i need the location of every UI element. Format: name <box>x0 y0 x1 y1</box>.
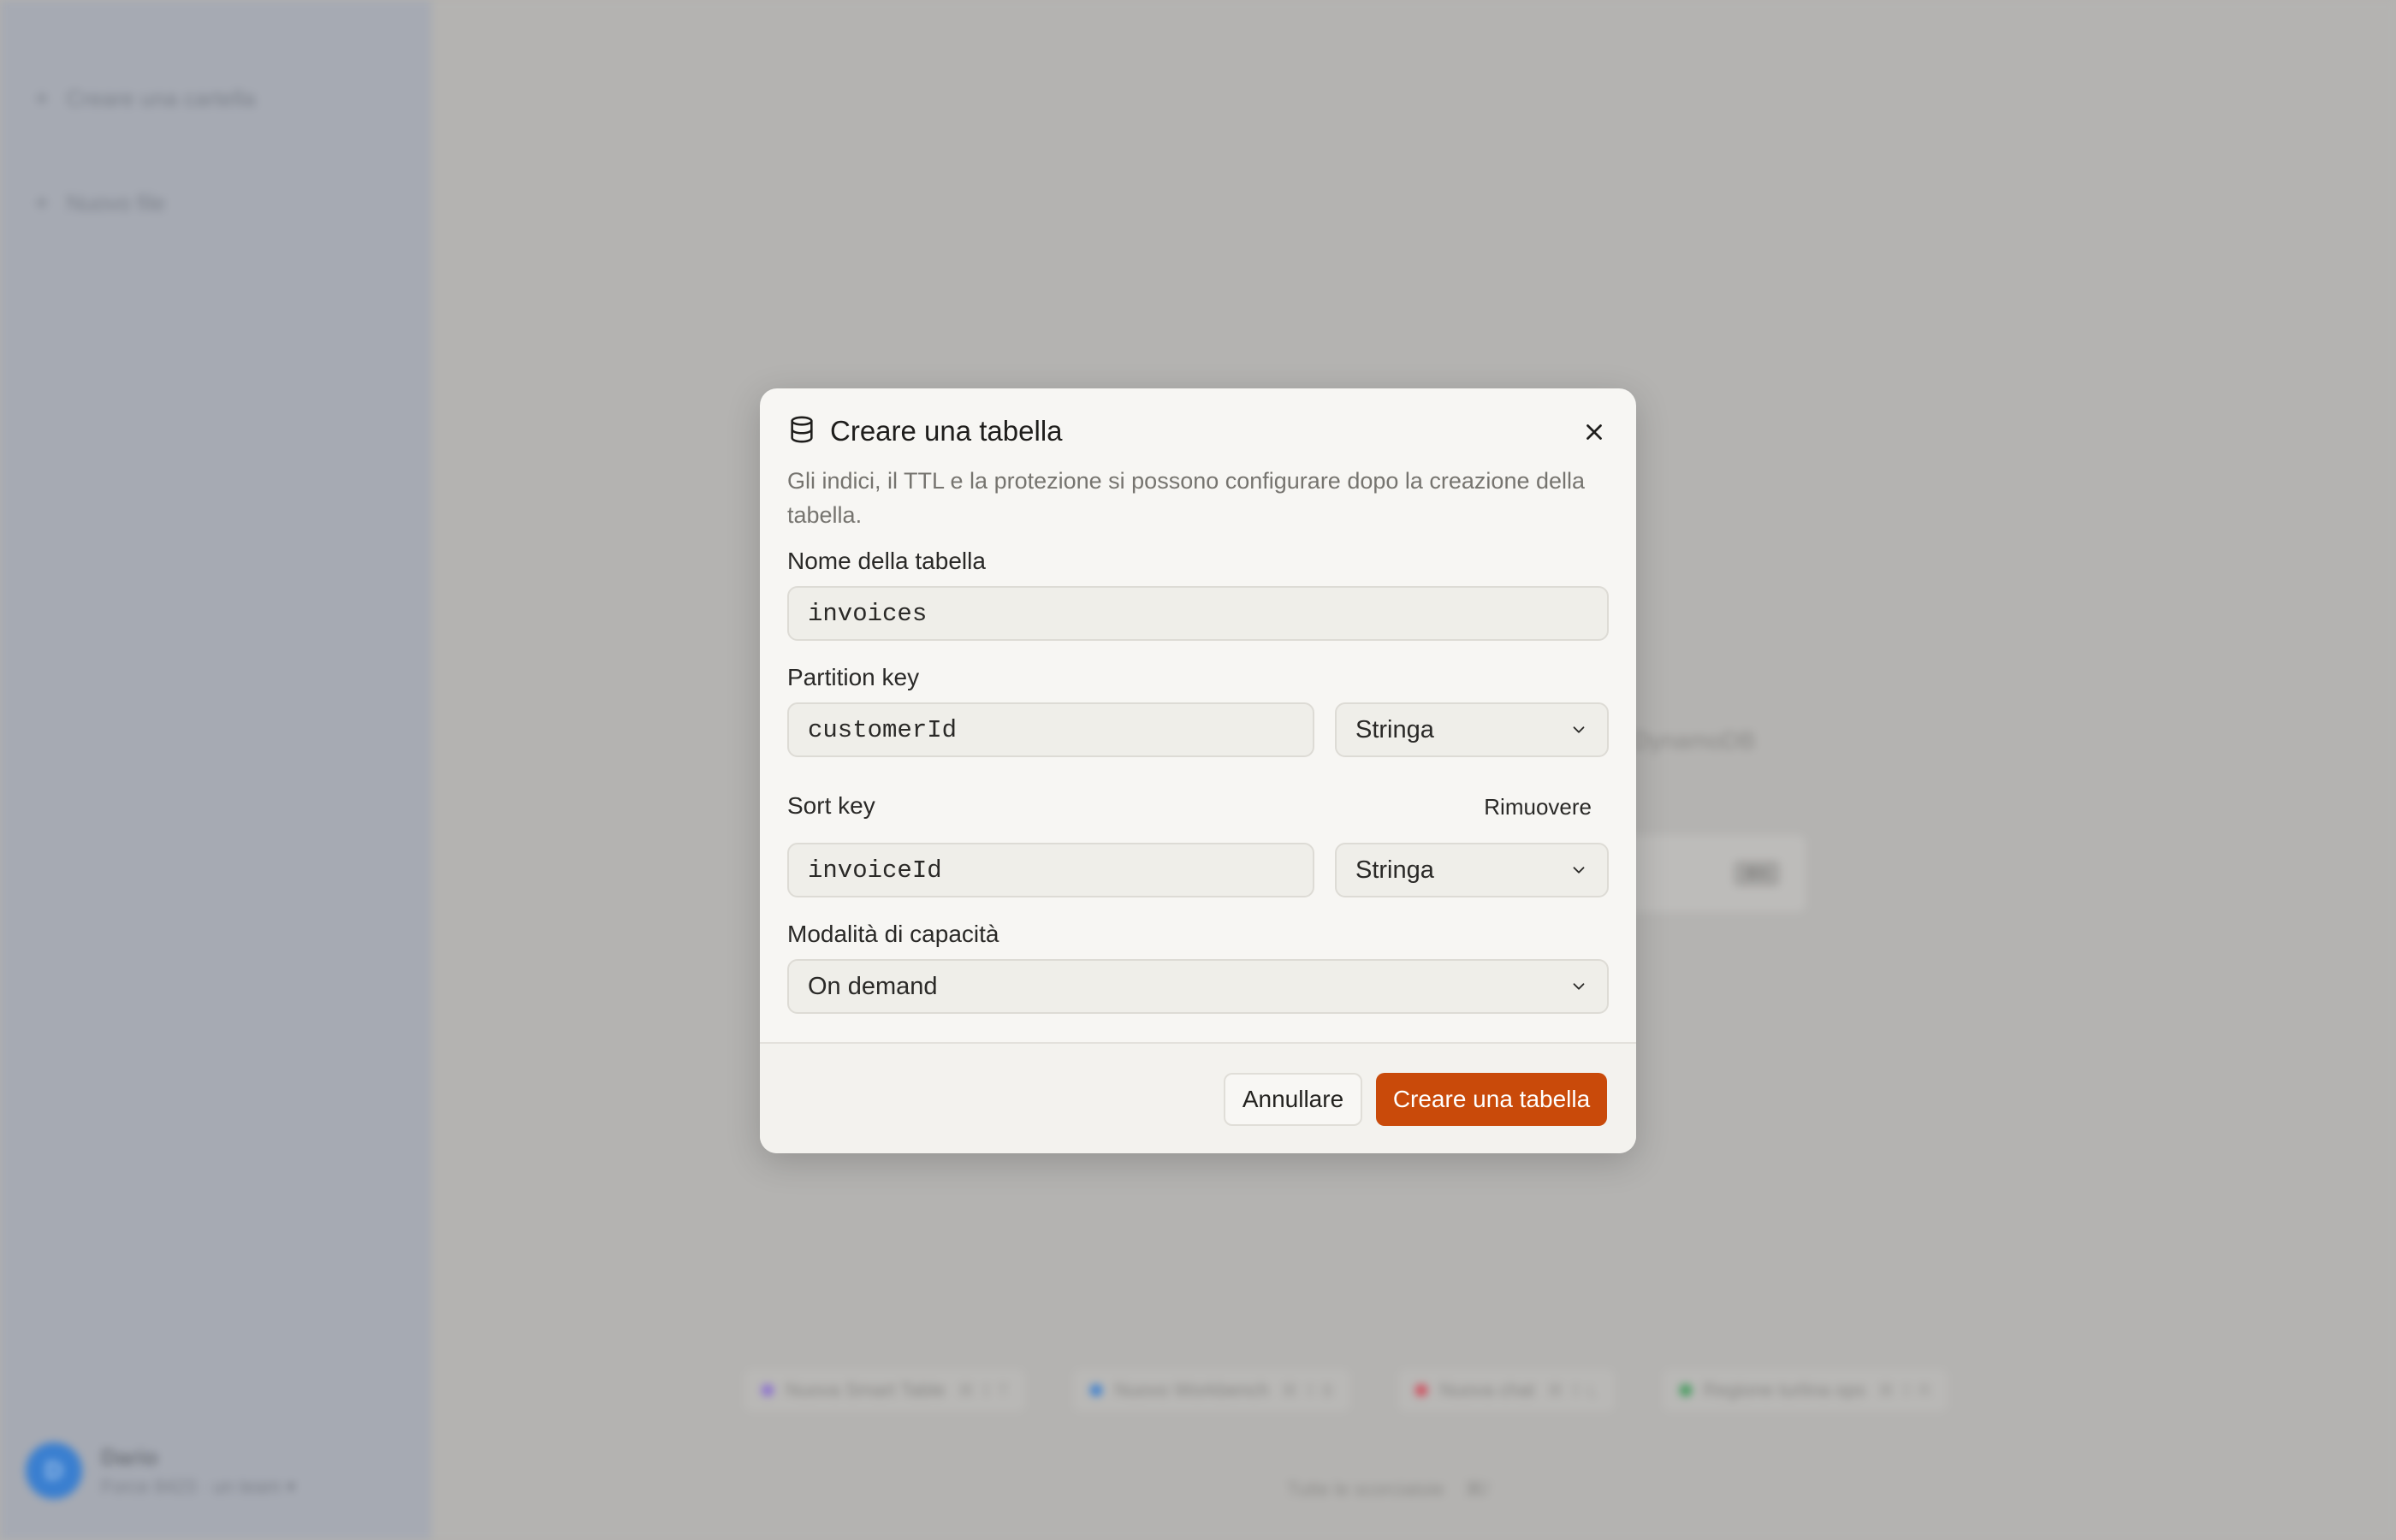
quick-action-label: Nuova Smart Table <box>786 1379 946 1401</box>
plus-icon: + <box>34 188 50 217</box>
sidebar-item-new-file[interactable]: + Nuovo file <box>34 190 165 216</box>
shortcut-chip: ⌘K <box>1734 861 1780 886</box>
dialog-footer: Annullare Creare una tabella <box>760 1042 1636 1153</box>
partition-key-input[interactable]: customerId <box>787 702 1314 757</box>
capacity-mode-label: Modalità di capacità <box>787 921 999 947</box>
shortcut: ⌘ ⇧ B <box>1281 1381 1334 1401</box>
shortcut: ⌘ ⇧ L <box>1546 1381 1598 1401</box>
dot-icon <box>1679 1384 1692 1396</box>
user-name: Dario <box>101 1443 158 1470</box>
quick-action-workbench[interactable]: Nuovo Workbench ⌘ ⇧ B <box>1073 1369 1351 1412</box>
dialog-title: Creare una tabella <box>830 415 1063 447</box>
select-value: Stringa <box>1355 856 1434 884</box>
footer-label: Tutte le scorciatoie <box>1287 1478 1444 1500</box>
partition-key-type-select[interactable]: Stringa <box>1335 702 1609 757</box>
shortcut: ⌘ ⇧ R <box>1877 1381 1931 1401</box>
quick-action-region[interactable]: Regione turlina ops ⌘ ⇧ R <box>1662 1369 1948 1412</box>
chevron-down-icon <box>1573 983 1585 990</box>
table-name-label: Nome della tabella <box>787 548 986 574</box>
dot-icon <box>1090 1384 1103 1396</box>
sort-key-type-select[interactable]: Stringa <box>1335 843 1609 897</box>
cancel-button[interactable]: Annullare <box>1224 1073 1362 1126</box>
plus-icon: + <box>34 84 50 113</box>
sidebar: + Creare una cartella + Nuovo file D Dar… <box>0 0 431 1540</box>
capacity-mode-select[interactable]: On demand <box>787 959 1609 1014</box>
quick-action-label: Regione turlina ops <box>1703 1379 1866 1401</box>
quick-action-label: Nuova chat <box>1439 1379 1535 1401</box>
dot-icon <box>1415 1384 1428 1396</box>
quick-action-chat[interactable]: Nuova chat ⌘ ⇧ L <box>1398 1369 1615 1412</box>
background-card: ⌘K <box>1609 835 1806 912</box>
sidebar-item-new-folder[interactable]: + Creare una cartella <box>34 86 256 112</box>
create-table-dialog: Creare una tabella Gli indici, il TTL e … <box>760 388 1636 1153</box>
shortcut: ⌘ ⇧ T <box>957 1381 1009 1401</box>
sort-key-input[interactable]: invoiceId <box>787 843 1314 897</box>
select-value: Stringa <box>1355 715 1434 743</box>
sidebar-item-label: Nuovo file <box>66 190 166 216</box>
dialog-header: Creare una tabella Gli indici, il TTL e … <box>787 411 1609 532</box>
chevron-down-icon <box>1573 867 1585 874</box>
create-table-button[interactable]: Creare una tabella <box>1376 1073 1607 1126</box>
quick-action-label: Nuovo Workbench <box>1114 1379 1270 1401</box>
avatar: D <box>26 1442 82 1499</box>
sidebar-item-label: Creare una cartella <box>66 86 256 111</box>
user-subtitle: Force 8423 · un team ▾ <box>101 1475 296 1497</box>
user-profile[interactable]: D Dario Force 8423 · un team ▾ <box>26 1442 296 1499</box>
quick-actions: Nuova Smart Table ⌘ ⇧ T Nuovo Workbench … <box>744 1369 1948 1412</box>
database-icon <box>787 415 816 448</box>
quick-action-smart-table[interactable]: Nuova Smart Table ⌘ ⇧ T <box>744 1369 1026 1412</box>
chevron-down-icon <box>1573 726 1585 733</box>
remove-sort-key-button[interactable]: Rimuovere <box>1484 794 1592 820</box>
close-button[interactable] <box>1580 418 1609 447</box>
shortcuts-footer: Tutte le scorciatoie ⌘/ <box>1287 1478 1489 1501</box>
partition-key-label: Partition key <box>787 664 920 690</box>
dot-icon <box>762 1384 774 1396</box>
shortcut: ⌘/ <box>1464 1478 1489 1500</box>
close-icon <box>1586 424 1602 440</box>
sort-key-label: Sort key <box>787 792 875 819</box>
select-value: On demand <box>808 972 938 1000</box>
table-name-input[interactable]: invoices <box>787 586 1609 641</box>
background-text: DynamoDB <box>1633 727 1756 754</box>
dialog-description: Gli indici, il TTL e la protezione si po… <box>787 468 1586 528</box>
